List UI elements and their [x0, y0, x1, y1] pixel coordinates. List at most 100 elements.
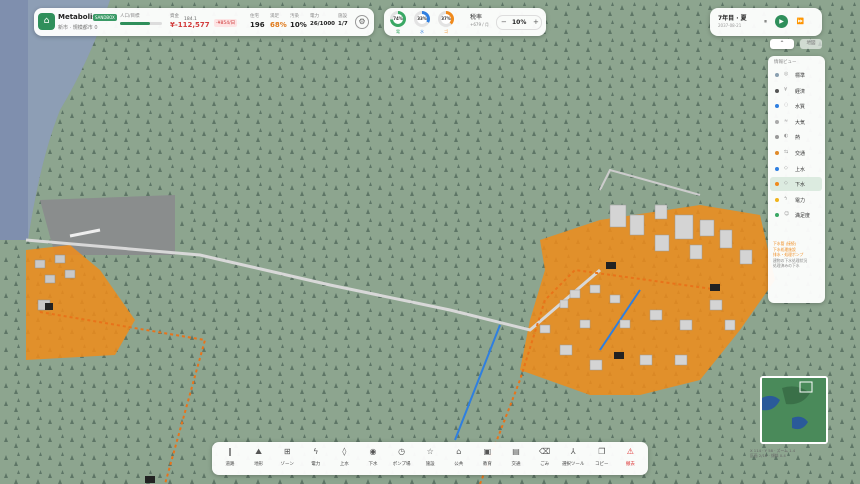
tool-button[interactable]: ⅄ 選択ツール — [559, 447, 587, 467]
tax-increase-button[interactable]: + — [533, 18, 539, 26]
city-map[interactable] — [0, 0, 860, 484]
layer-icon: ≈ — [784, 117, 789, 124]
tool-label: ゾーン — [280, 462, 294, 467]
population-label: 人口/目標 — [120, 14, 140, 19]
tool-button[interactable]: ▤ 交通 — [502, 447, 530, 467]
layer-label: 下水 — [795, 182, 806, 189]
tool-label: 選択ツール — [561, 462, 585, 467]
stat-label: 施設 — [338, 14, 347, 19]
population-bar — [120, 22, 162, 25]
tool-icon: ⌫ — [538, 447, 551, 456]
layer-item[interactable]: ◎ 標準 — [770, 68, 822, 82]
tool-button[interactable]: ☆ 施設 — [416, 447, 444, 467]
layer-item[interactable]: ◌ 水質 — [770, 99, 822, 113]
stat-label: 満足 — [270, 14, 279, 19]
game-frame: ⌂ Metabolis SANDBOX 新市 · 規模都市 0 人口/目標 18… — [0, 0, 860, 484]
tool-label: 施設 — [425, 462, 435, 467]
population-stat: 人口/目標 — [120, 13, 140, 19]
tool-label: 道路 — [225, 462, 235, 467]
layer-icon: ◇ — [784, 180, 788, 187]
gauge-value: 33% — [417, 14, 427, 24]
gauge-label: 電 — [396, 29, 400, 34]
layer-color-dot — [775, 197, 779, 202]
layer-icon: ☺ — [784, 211, 790, 218]
stat-label: 住宅 — [250, 14, 259, 19]
layer-label: 標準 — [795, 73, 806, 79]
fast-forward-button[interactable]: ⏩ — [794, 15, 807, 28]
layer-item[interactable]: ☺ 満足度 — [770, 208, 822, 222]
tool-label: ポンプ場 — [392, 462, 411, 467]
electricity-gauge[interactable]: 74% — [390, 11, 406, 27]
stat-value: 196 — [250, 21, 265, 29]
tax-value: 10% — [512, 19, 527, 26]
layer-item[interactable]: ◇ 上水 — [770, 162, 822, 176]
tool-label: 下水 — [368, 462, 378, 467]
money-value: ¥-112,577 — [170, 21, 210, 29]
tool-icon: ◷ — [398, 447, 406, 456]
layer-label: 熱 — [795, 135, 801, 142]
collapse-layers-button[interactable]: ⌃ — [770, 39, 794, 49]
layer-legend: 下水管 (接続) 下水処理施設 排水・処理ポンプ 建物の下水処理状況 処理済みの下水 — [773, 241, 823, 269]
layer-color-dot — [775, 166, 779, 171]
tool-button[interactable]: ❐ コピー — [588, 447, 616, 467]
season-label: 7年目 · 夏 — [718, 15, 747, 22]
tool-label: 電力 — [311, 462, 321, 467]
layer-color-dot — [775, 104, 779, 109]
layer-icon: ϟ — [784, 195, 788, 202]
settings-gear-icon[interactable]: ⚙ — [355, 15, 369, 29]
tool-button[interactable]: ⌫ ごみ — [531, 447, 559, 467]
tool-button[interactable]: ▣ 教育 — [473, 447, 501, 467]
gauge-label: 水 — [420, 29, 424, 34]
tool-button[interactable]: ◷ ポンプ場 — [388, 447, 416, 467]
tool-label: 撤去 — [625, 462, 635, 467]
tool-button[interactable]: ⊞ ゾーン — [273, 447, 301, 467]
layer-item[interactable]: ¥ 経済 — [770, 84, 822, 98]
layer-color-dot — [775, 213, 779, 218]
layer-label: 経済 — [795, 88, 806, 95]
layer-color-dot — [775, 88, 779, 93]
date-label: 2037-08-21 — [718, 23, 742, 28]
garbage-gauge[interactable]: 37% — [438, 11, 454, 27]
layer-icon: ◎ — [784, 71, 789, 77]
layer-label: 満足度 — [795, 213, 811, 220]
city-status-panel: ⌂ Metabolis SANDBOX 新市 · 規模都市 0 人口/目標 18… — [34, 8, 374, 36]
population-fill — [120, 22, 151, 25]
layer-color-dot — [775, 135, 779, 140]
tool-button[interactable]: ‖ 道路 — [216, 447, 244, 467]
stat-value: 26/1000 — [310, 21, 335, 27]
layer-item[interactable]: ◐ 熱 — [770, 130, 822, 144]
tax-decrease-button[interactable]: − — [501, 18, 507, 26]
tool-button[interactable]: ⛰ 地形 — [245, 447, 273, 467]
stat-value: 1/7 — [338, 21, 348, 27]
tool-button[interactable]: ◉ 下水 — [359, 447, 387, 467]
city-subtitle: 新市 · 規模都市 0 — [58, 25, 98, 31]
minimap[interactable] — [760, 376, 828, 444]
layer-icon: ◇ — [784, 164, 788, 171]
coordinates-readout: X 114 · Y 58 · ズーム 1.4 区画 2/18 · 傾斜 0.4 — [750, 448, 826, 458]
gauge-value: 74% — [393, 14, 403, 24]
utility-gauges-panel: 74% 電 33% 水 37% ゴ 税率 +679 / 月 − 10% + — [384, 8, 546, 36]
tool-button[interactable]: ⚠ 撤去 — [616, 447, 644, 467]
layer-item[interactable]: ϟ 電力 — [770, 193, 822, 207]
layer-item[interactable]: ◇ 下水 — [770, 177, 822, 192]
stat-value: 68% — [270, 21, 287, 29]
tool-label: 交通 — [511, 462, 521, 467]
layer-item[interactable]: ≈ 大気 — [770, 115, 822, 129]
mode-badge: SANDBOX — [93, 14, 117, 21]
tool-label: 教育 — [482, 462, 492, 467]
water-gauge[interactable]: 33% — [414, 11, 430, 27]
tool-button[interactable]: ◊ 上水 — [330, 447, 358, 467]
tool-button[interactable]: ⌂ 公共 — [445, 447, 473, 467]
play-button[interactable]: ▶ — [775, 15, 788, 28]
stat-housing: 住宅 196 — [250, 13, 265, 29]
layer-color-dot — [775, 182, 779, 187]
stat-label: 汚染 — [290, 14, 299, 19]
map-view-toggle[interactable]: 地図 — [800, 39, 822, 49]
layer-item[interactable]: ⇆ 交通 — [770, 146, 822, 160]
tool-button[interactable]: ϟ 電力 — [302, 447, 330, 467]
legend-item: 処理済みの下水 — [773, 263, 800, 268]
pause-button[interactable]: ⏸ — [759, 15, 772, 28]
layer-icon: ◐ — [784, 133, 789, 140]
info-view-panel: 情報ビュー ◎ 標準 ¥ 経済 ◌ 水質 ≈ 大気 ◐ 熱 ⇆ 交通 ◇ 上水 ◇ 下水 ϟ 電力 ☺ 満足度 下水管… — [768, 56, 825, 303]
city-icon[interactable]: ⌂ — [38, 13, 55, 30]
